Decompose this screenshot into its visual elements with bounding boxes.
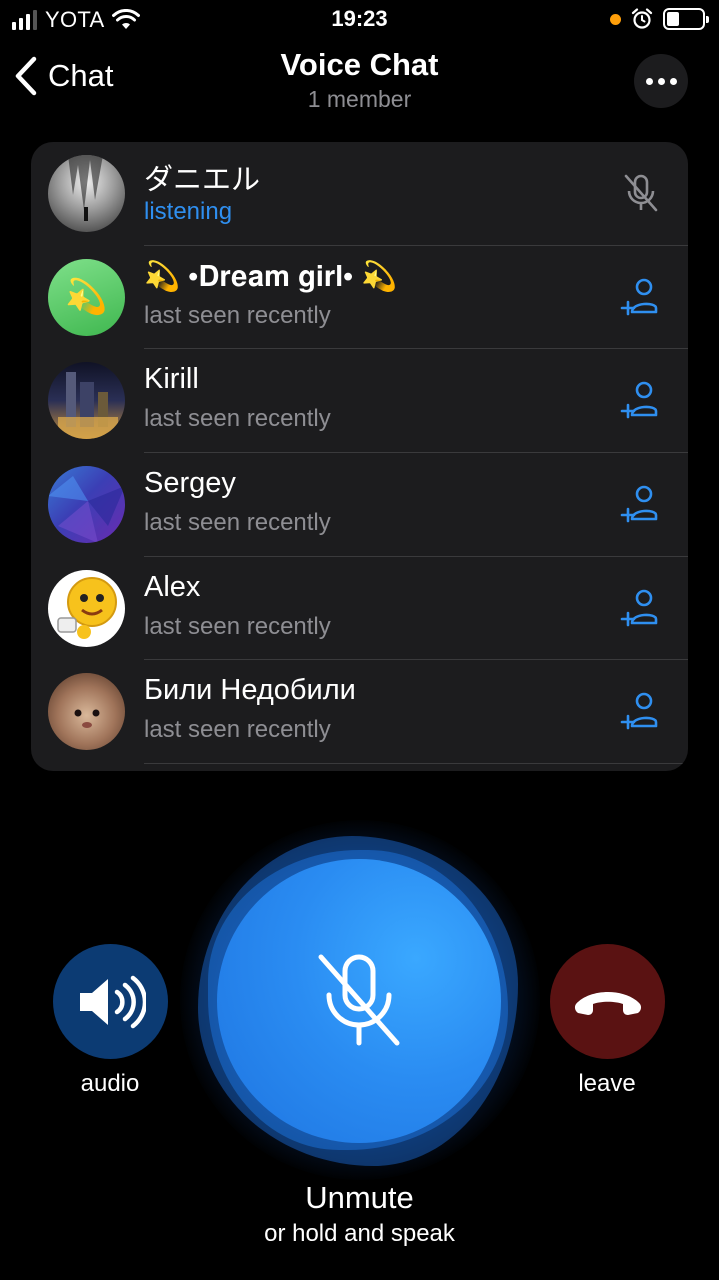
status-right (610, 8, 709, 30)
more-dot-icon (657, 77, 665, 85)
participant-name: Sergey (144, 467, 236, 500)
participant-row[interactable]: Kirill last seen recently (31, 349, 688, 454)
hold-hint: or hold and speak (264, 1220, 455, 1247)
avatar: 💫 (48, 258, 125, 336)
add-user-icon[interactable] (620, 379, 662, 421)
add-user-icon[interactable] (620, 587, 662, 629)
participant-status: listening (144, 198, 233, 225)
leave-button[interactable] (550, 944, 665, 1059)
status-bar: YOTA 19:23 (0, 0, 719, 40)
muted-mic-icon (624, 174, 658, 212)
participant-name: 💫 •𝐃𝐫𝐞𝐚𝐦 𝐠𝐢𝐫𝐥• 💫 (144, 260, 398, 293)
participant-status: last seen recently (144, 509, 331, 537)
participant-row[interactable]: Били Недобили last seen recently (31, 660, 688, 765)
hang-up-icon (574, 991, 641, 1015)
leave-label: leave (578, 1070, 636, 1097)
page-title: Voice Chat (280, 47, 439, 82)
avatar (48, 466, 125, 544)
participant-row[interactable]: ダニエル listening (31, 142, 688, 246)
add-user-icon[interactable] (620, 483, 662, 525)
participant-name: Alex (144, 570, 201, 603)
more-dot-icon (645, 77, 653, 85)
participant-status: last seen recently (144, 301, 331, 329)
recording-indicator-dot (610, 13, 621, 25)
participant-name: Били Недобили (144, 674, 356, 707)
member-count: 1 member (307, 86, 412, 112)
participant-row[interactable]: Sergey last seen recently (31, 453, 688, 557)
more-options-button[interactable] (634, 54, 688, 108)
row-divider (144, 763, 688, 765)
participant-name: ダニエル (144, 164, 261, 196)
audio-label: audio (80, 1070, 140, 1097)
participants-list: ダニエル listening 💫 💫 •𝐃𝐫𝐞𝐚𝐦 𝐠𝐢𝐫𝐥• 💫 last s… (31, 142, 688, 771)
participant-status: last seen recently (144, 716, 331, 744)
avatar (48, 155, 125, 232)
participant-row[interactable]: Alex last seen recently (31, 557, 688, 661)
muted-mic-icon (318, 954, 400, 1046)
speaker-icon (79, 975, 146, 1028)
unmute-label: Unmute (305, 1180, 414, 1215)
add-user-icon[interactable] (620, 276, 662, 318)
participant-row[interactable]: 💫 💫 •𝐃𝐫𝐞𝐚𝐦 𝐠𝐢𝐫𝐥• 💫 last seen recently (31, 246, 688, 350)
participant-status: last seen recently (144, 405, 331, 433)
participant-name: Kirill (144, 363, 199, 396)
battery-icon (663, 8, 709, 30)
avatar (48, 569, 125, 647)
audio-button[interactable] (53, 944, 168, 1059)
avatar (48, 673, 125, 751)
participant-status: last seen recently (144, 612, 331, 640)
alarm-icon (631, 8, 653, 29)
more-dot-icon (669, 77, 677, 85)
unmute-button[interactable] (217, 859, 501, 1143)
add-user-icon[interactable] (620, 690, 662, 732)
avatar (48, 362, 125, 440)
